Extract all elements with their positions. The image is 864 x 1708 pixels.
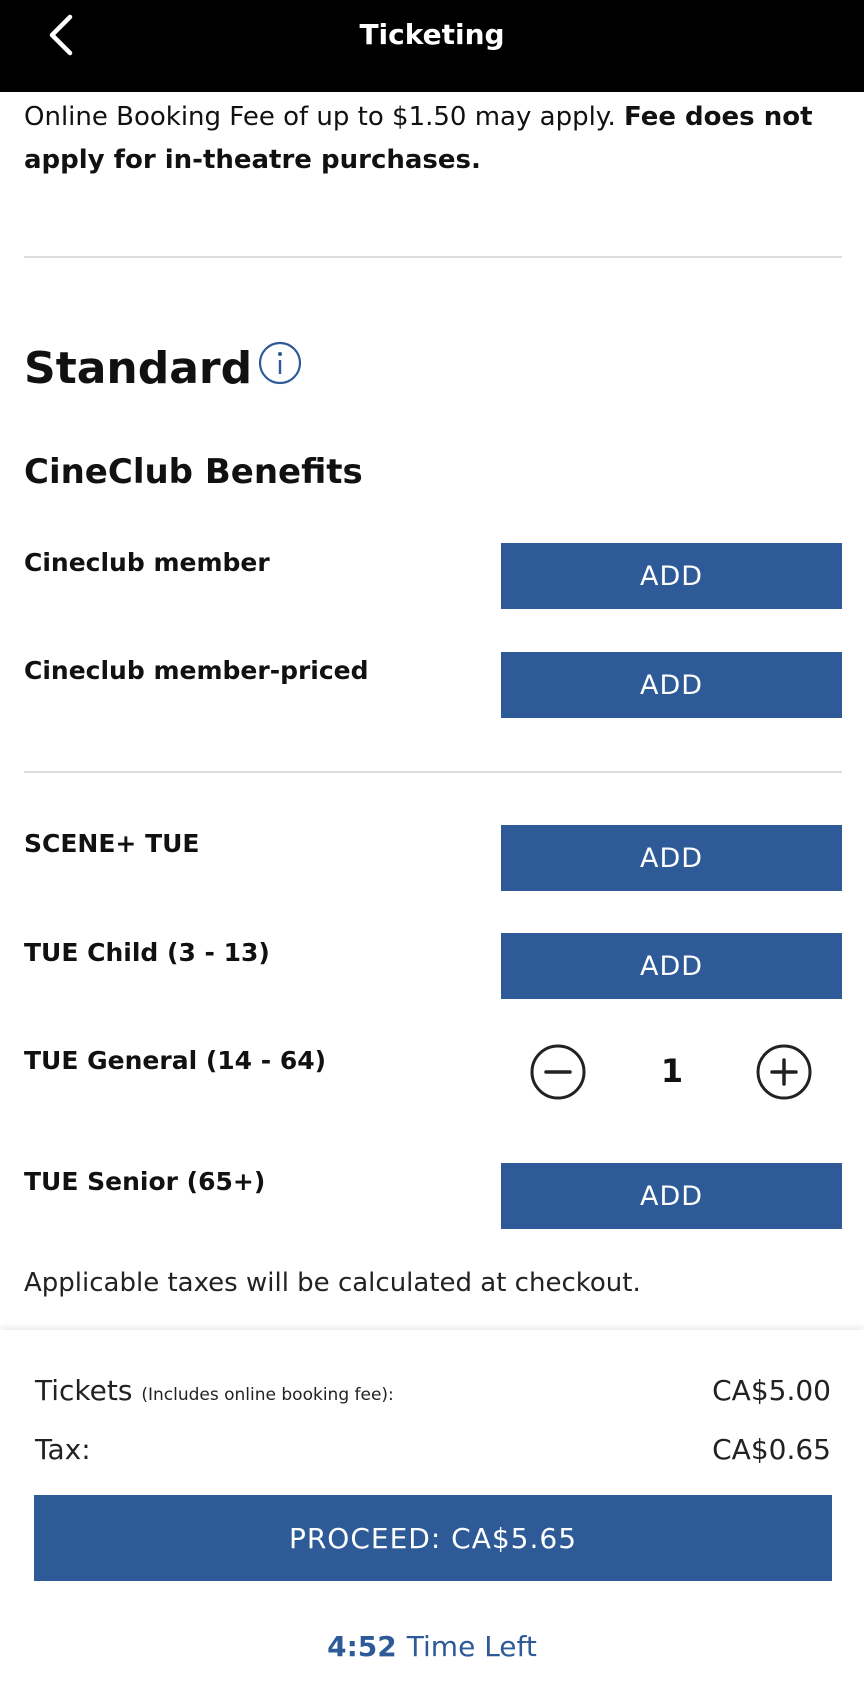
tax-note: Applicable taxes will be calculated at c…: [24, 1268, 641, 1298]
ticket-label-tue-general: TUE General (14 - 64): [24, 1046, 327, 1075]
cineclub-title: CineClub Benefits: [24, 452, 363, 492]
ticket-label-tue-senior: TUE Senior (65+): [24, 1167, 266, 1196]
time-label: Time Left: [406, 1630, 537, 1663]
info-icon[interactable]: [258, 341, 302, 385]
ticket-label-cineclub-member: Cineclub member: [24, 548, 270, 577]
increment-button[interactable]: [755, 1043, 813, 1101]
tax-row: Tax: CA$0.65: [35, 1433, 831, 1466]
section-title: Standard: [24, 343, 253, 394]
plus-circle-icon: [756, 1044, 812, 1100]
add-button-tue-child[interactable]: ADD: [501, 933, 842, 999]
tax-value: CA$0.65: [712, 1433, 831, 1466]
page-title: Ticketing: [359, 18, 505, 51]
divider: [24, 256, 842, 258]
tickets-sub-label: (Includes online booking fee):: [141, 1385, 394, 1405]
time-left: 4:52 Time Left: [0, 1630, 864, 1663]
proceed-button[interactable]: PROCEED: CA$5.65: [34, 1495, 832, 1581]
quantity-value: 1: [660, 1052, 684, 1090]
add-button-tue-senior[interactable]: ADD: [501, 1163, 842, 1229]
tickets-label-group: Tickets (Includes online booking fee):: [35, 1374, 394, 1407]
fee-note-text: Online Booking Fee of up to $1.50 may ap…: [24, 102, 625, 132]
ticket-label-cineclub-member-priced: Cineclub member-priced: [24, 656, 369, 685]
minus-circle-icon: [530, 1044, 586, 1100]
add-button-scene-tue[interactable]: ADD: [501, 825, 842, 891]
decrement-button[interactable]: [529, 1043, 587, 1101]
tax-label: Tax:: [35, 1433, 91, 1466]
ticket-label-scene-tue: SCENE+ TUE: [24, 829, 200, 858]
ticket-label-tue-child: TUE Child (3 - 13): [24, 938, 270, 967]
order-summary: Tickets (Includes online booking fee): C…: [0, 1330, 864, 1708]
booking-fee-note: Online Booking Fee of up to $1.50 may ap…: [24, 96, 834, 182]
add-button-cineclub-member-priced[interactable]: ADD: [501, 652, 842, 718]
time-value: 4:52: [327, 1630, 397, 1663]
tickets-row: Tickets (Includes online booking fee): C…: [35, 1374, 831, 1407]
top-bar: Ticketing: [0, 0, 864, 92]
divider: [24, 771, 842, 773]
tickets-value: CA$5.00: [712, 1374, 831, 1407]
tickets-label: Tickets: [35, 1374, 133, 1407]
add-button-cineclub-member[interactable]: ADD: [501, 543, 842, 609]
